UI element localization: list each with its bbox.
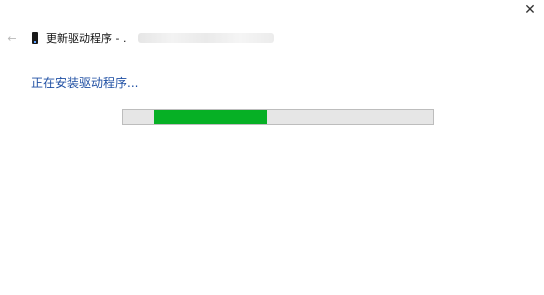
back-button[interactable]: ←: [4, 30, 20, 46]
install-progress-fill: [154, 110, 268, 124]
wizard-title: 更新驱动程序 - .: [32, 30, 275, 46]
phone-icon: [32, 32, 38, 44]
back-arrow-icon: ←: [7, 31, 17, 45]
redacted-device-name: [138, 33, 275, 43]
close-icon: ✕: [524, 2, 536, 18]
install-status-text: 正在安装驱动程序...: [31, 76, 139, 90]
close-button[interactable]: ✕: [520, 2, 540, 18]
install-progress-bar: [122, 109, 434, 125]
wizard-title-text: 更新驱动程序 - .: [46, 31, 127, 45]
